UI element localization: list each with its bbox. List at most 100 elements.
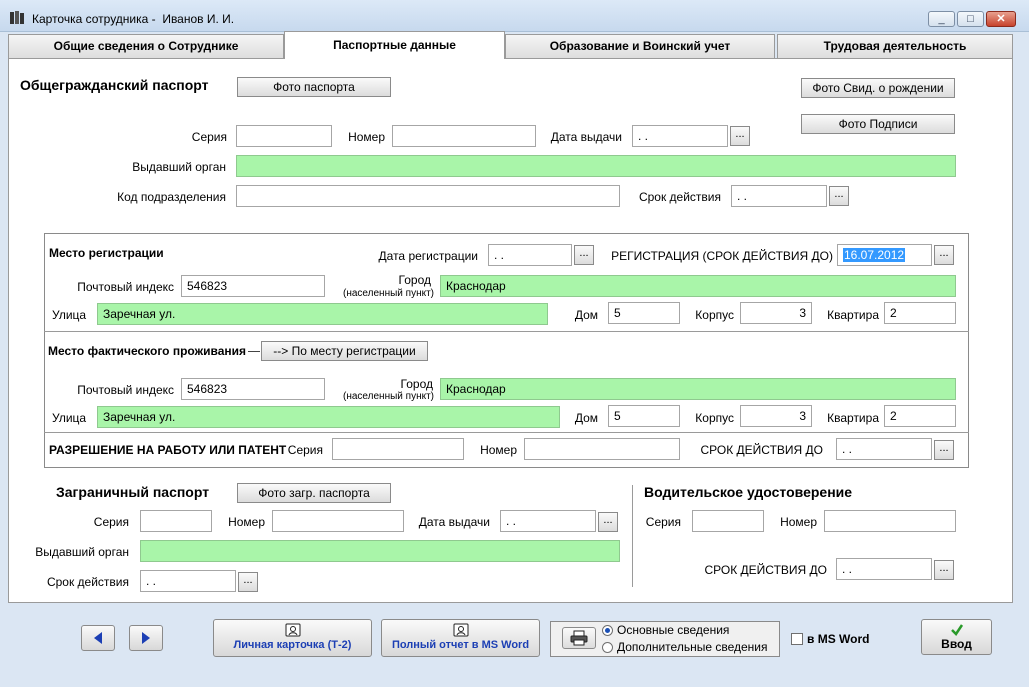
fp-series-field[interactable]: [140, 510, 212, 532]
signature-photo-button[interactable]: Фото Подписи: [801, 114, 955, 134]
tab-education[interactable]: Образование и Воинский учет: [505, 34, 775, 58]
passport-validity-field[interactable]: . .: [731, 185, 827, 207]
reg-until-value: 16.07.2012: [843, 248, 906, 262]
tab-passport[interactable]: Паспортные данные: [284, 31, 505, 59]
reg-postal-label: Почтовый индекс: [77, 280, 174, 294]
permit-valid-until-picker[interactable]: ...: [934, 440, 954, 460]
next-record-button[interactable]: [129, 625, 163, 651]
dl-valid-until-picker[interactable]: ...: [934, 560, 954, 580]
res-street-label: Улица: [52, 411, 87, 425]
personal-card-button[interactable]: Личная карточка (Т-2): [213, 619, 372, 657]
birth-cert-photo-button[interactable]: Фото Свид. о рождении: [801, 78, 955, 98]
res-building-field[interactable]: 3: [740, 405, 812, 427]
reg-until-field[interactable]: 16.07.2012: [837, 244, 932, 266]
reg-date-picker[interactable]: ...: [574, 245, 594, 265]
passport-photo-button[interactable]: Фото паспорта: [237, 77, 391, 97]
section-divider: [632, 485, 633, 587]
previous-record-button[interactable]: [81, 625, 115, 651]
divider: [44, 331, 969, 332]
reg-postal-field[interactable]: 546823: [181, 275, 325, 297]
res-house-label: Дом: [574, 411, 598, 425]
reg-apartment-field[interactable]: 2: [884, 302, 956, 324]
reg-date-field[interactable]: . .: [488, 244, 572, 266]
foreign-passport-photo-button[interactable]: Фото загр. паспорта: [237, 483, 391, 503]
permit-number-label: Номер: [480, 443, 517, 457]
dl-series-field[interactable]: [692, 510, 764, 532]
permit-number-field[interactable]: [524, 438, 680, 460]
res-postal-field[interactable]: 546823: [181, 378, 325, 400]
enter-button[interactable]: Ввод: [921, 619, 992, 655]
passport-issuer-field[interactable]: [236, 155, 956, 177]
res-street-field[interactable]: Заречная ул.: [97, 406, 560, 428]
res-city-sub-label: (населенный пункт): [343, 391, 434, 402]
dl-series-label: Серия: [645, 515, 681, 529]
app-icon: [9, 10, 25, 26]
full-report-button[interactable]: Полный отчет в MS Word: [381, 619, 540, 657]
maximize-button[interactable]: □: [957, 11, 984, 27]
res-postal-label: Почтовый индекс: [77, 383, 174, 397]
printer-icon: [570, 630, 588, 646]
word-doc-icon: [453, 623, 468, 637]
registration-heading: Место регистрации: [49, 246, 164, 260]
passport-series-field[interactable]: [236, 125, 332, 147]
reg-until-picker[interactable]: ...: [934, 245, 954, 265]
permit-valid-until-field[interactable]: . .: [836, 438, 932, 460]
dl-number-label: Номер: [780, 515, 817, 529]
arrow-right-icon: [142, 632, 150, 644]
fp-series-label: Серия: [93, 515, 129, 529]
enter-label: Ввод: [941, 637, 972, 651]
dl-number-field[interactable]: [824, 510, 956, 532]
window-title: Карточка сотрудника - Иванов И. И.: [32, 12, 235, 26]
driver-license-heading: Водительское удостоверение: [644, 484, 853, 500]
tab-work-history[interactable]: Трудовая деятельность: [777, 34, 1013, 58]
issue-date-label: Дата выдачи: [550, 130, 622, 144]
passport-issue-date-field[interactable]: . .: [632, 125, 728, 147]
reg-date-label: Дата регистрации: [378, 249, 478, 263]
reg-apartment-label: Квартира: [827, 308, 879, 322]
fp-validity-field[interactable]: . .: [140, 570, 236, 592]
series-label: Серия: [191, 130, 227, 144]
res-building-label: Корпус: [695, 411, 734, 425]
validity-label: Срок действия: [638, 190, 721, 204]
print-extra-radio[interactable]: [602, 642, 613, 653]
fp-validity-picker[interactable]: ...: [238, 572, 258, 592]
reg-house-field[interactable]: 5: [608, 302, 680, 324]
fp-validity-label: Срок действия: [46, 575, 129, 589]
reg-city-field[interactable]: Краснодар: [440, 275, 956, 297]
reg-house-label: Дом: [574, 308, 598, 322]
print-main-radio[interactable]: [602, 625, 613, 636]
print-button[interactable]: [562, 627, 596, 649]
division-code-label: Код подразделения: [117, 190, 226, 204]
fp-issue-date-field[interactable]: . .: [500, 510, 596, 532]
close-icon: ✕: [996, 13, 1006, 25]
passport-number-field[interactable]: [392, 125, 536, 147]
print-main-label: Основные сведения: [617, 623, 730, 637]
copy-registration-button[interactable]: --> По месту регистрации: [261, 341, 428, 361]
checkmark-icon: [950, 624, 963, 636]
reg-street-field[interactable]: Заречная ул.: [97, 303, 548, 325]
fp-issue-date-picker[interactable]: ...: [598, 512, 618, 532]
word-doc-icon: [285, 623, 300, 637]
passport-issue-date-picker[interactable]: ...: [730, 126, 750, 146]
dl-valid-until-field[interactable]: . .: [836, 558, 932, 580]
civil-passport-heading: Общегражданский паспорт: [20, 77, 209, 93]
fp-issuer-field[interactable]: [140, 540, 620, 562]
print-extra-label: Дополнительные сведения: [617, 640, 768, 654]
reg-building-label: Корпус: [695, 308, 734, 322]
division-code-field[interactable]: [236, 185, 620, 207]
fp-number-field[interactable]: [272, 510, 404, 532]
passport-validity-picker[interactable]: ...: [829, 186, 849, 206]
tab-general[interactable]: Общие сведения о Сотруднике: [8, 34, 284, 58]
minimize-button[interactable]: _: [928, 11, 955, 27]
reg-building-field[interactable]: 3: [740, 302, 812, 324]
res-apartment-field[interactable]: 2: [884, 405, 956, 427]
res-city-field[interactable]: Краснодар: [440, 378, 956, 400]
personal-card-label: Личная карточка (Т-2): [233, 639, 352, 651]
permit-valid-until-label: СРОК ДЕЙСТВИЯ ДО: [700, 443, 823, 457]
ms-word-checkbox[interactable]: [791, 633, 803, 645]
fp-number-label: Номер: [228, 515, 265, 529]
res-house-field[interactable]: 5: [608, 405, 680, 427]
permit-series-field[interactable]: [332, 438, 464, 460]
close-button[interactable]: ✕: [986, 11, 1016, 27]
connector-line: [248, 351, 260, 352]
